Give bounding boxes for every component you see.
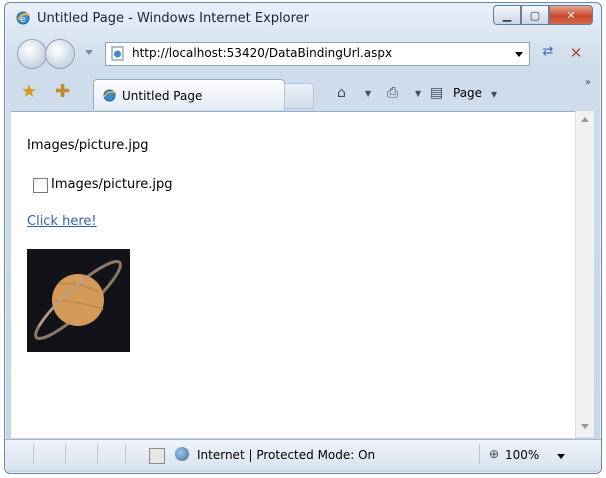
status-divider [33,444,34,464]
tab-untitled-page[interactable]: Untitled Page [93,79,285,110]
browser-window: e Untitled Page - Windows Internet Explo… [4,2,602,474]
tab-label: Untitled Page [122,89,203,103]
status-divider [125,444,126,464]
zoom-icon[interactable]: ⊕ [489,447,499,461]
back-button[interactable] [17,39,47,69]
page-menu-button[interactable]: Page [453,86,482,100]
forward-button[interactable] [45,39,75,69]
page-menu-icon[interactable]: ▤ [430,85,443,101]
status-divider [65,444,66,464]
click-here-link[interactable]: Click here! [27,214,97,229]
status-bar: Internet | Protected Mode: On ⊕ 100% [5,439,601,470]
ie-logo-icon: e [16,11,30,25]
command-bar: ★ ✚ Untitled Page ⌂ ▼ ⎙ ▼ ▤ Page ▼ » [5,75,601,111]
page-icon [111,46,124,61]
saturn-planet-icon [34,259,122,341]
navigation-bar: http://localhost:53420/DataBindingUrl.as… [5,37,601,69]
recent-pages-dropdown[interactable] [85,50,93,55]
scroll-down-icon[interactable] [581,424,589,429]
status-divider [479,444,480,464]
maximize-button[interactable]: ▢ [521,5,549,25]
page-dropdown-icon[interactable]: ▼ [491,90,497,99]
refresh-icon[interactable]: ⇄ [537,44,559,64]
home-icon[interactable]: ⌂ [337,85,346,101]
protected-mode-icon [149,448,165,464]
address-dropdown-icon[interactable] [515,52,523,57]
minimize-button[interactable]: ▁ [493,5,521,25]
print-icon[interactable]: ⎙ [387,85,398,101]
home-dropdown-icon[interactable]: ▼ [365,89,371,98]
address-bar[interactable]: http://localhost:53420/DataBindingUrl.as… [105,42,530,66]
address-url[interactable]: http://localhost:53420/DataBindingUrl.as… [132,46,392,60]
favorites-star-icon[interactable]: ★ [21,83,37,101]
image-path-label: Images/picture.jpg [27,138,149,153]
add-favorites-icon[interactable]: ✚ [55,83,70,101]
toolbar-overflow-icon[interactable]: » [585,77,591,88]
window-controls: ▁ ▢ ✕ [493,5,593,25]
image-path-checkbox[interactable] [33,178,48,193]
checkbox-label: Images/picture.jpg [51,177,173,192]
ie-page-icon [103,89,117,102]
svg-text:e: e [20,15,26,25]
title-bar: e Untitled Page - Windows Internet Explo… [5,3,601,33]
vertical-scrollbar[interactable] [575,111,594,437]
print-dropdown-icon[interactable]: ▼ [415,89,421,98]
scroll-up-icon[interactable] [581,117,589,122]
status-divider [97,444,98,464]
zoom-dropdown-icon[interactable] [557,454,565,459]
close-button[interactable]: ✕ [549,5,593,25]
stop-icon[interactable]: ✕ [565,42,587,64]
security-zone-text[interactable]: Internet | Protected Mode: On [197,448,375,462]
zoom-level[interactable]: 100% [505,448,539,462]
new-tab-button[interactable] [284,83,314,109]
window-title: Untitled Page - Windows Internet Explore… [37,11,310,26]
saturn-image [27,249,130,352]
globe-icon [175,447,189,461]
page-content: Images/picture.jpg Images/picture.jpg Cl… [11,111,575,438]
